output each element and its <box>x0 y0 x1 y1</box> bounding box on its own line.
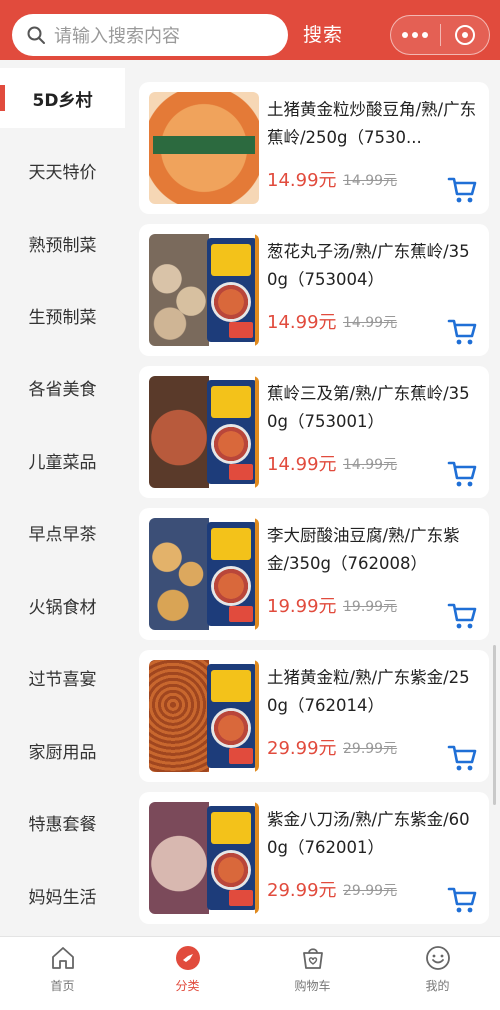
tab-home[interactable]: 首页 <box>0 937 125 1010</box>
product-image <box>149 92 259 204</box>
product-price: 14.99元 <box>267 312 337 333</box>
mini-program-capsule <box>390 15 490 55</box>
product-original-price: 29.99元 <box>343 741 398 757</box>
product-image <box>149 802 259 914</box>
search-input[interactable]: 请输入搜索内容 <box>12 14 288 56</box>
sidebar-item-daily-deals[interactable]: 天天特价 <box>0 140 125 200</box>
product-name: 蕉岭三及第/熟/广东蕉岭/350g（753001） <box>267 384 470 431</box>
tab-cart-label: 购物车 <box>294 979 331 993</box>
scrollbar[interactable] <box>493 645 496 805</box>
product-card[interactable]: 蕉岭三及第/熟/广东蕉岭/350g（753001） 14.99元 14.99元 <box>139 366 489 498</box>
search-placeholder: 请输入搜索内容 <box>54 26 180 47</box>
search-icon <box>27 26 45 44</box>
more-menu-button[interactable] <box>391 16 440 54</box>
sidebar-item-kids-dishes[interactable]: 儿童菜品 <box>0 430 125 490</box>
product-original-price: 29.99元 <box>343 883 398 899</box>
profile-icon <box>426 946 450 970</box>
bottom-tab-bar: 首页 分类 购物车 我的 <box>0 936 500 1010</box>
sidebar-item-cooked-prepared[interactable]: 熟预制菜 <box>0 213 125 273</box>
tab-category-label: 分类 <box>175 979 200 993</box>
add-to-cart-icon[interactable] <box>447 318 477 346</box>
product-name: 李大厨酸油豆腐/熟/广东紫金/350g（762008） <box>267 526 460 573</box>
product-image <box>149 660 259 772</box>
product-name: 紫金八刀汤/熟/广东紫金/600g（762001） <box>267 810 470 857</box>
product-name: 葱花丸子汤/熟/广东蕉岭/350g（753004） <box>267 242 470 289</box>
cart-icon <box>303 948 323 969</box>
tab-profile[interactable]: 我的 <box>375 937 500 1010</box>
sidebar-item-mom-life[interactable]: 妈妈生活 <box>0 865 125 925</box>
category-sidebar: 5D乡村 天天特价 熟预制菜 生预制菜 各省美食 儿童菜品 早点早茶 火锅食材 … <box>0 60 125 936</box>
product-image <box>149 376 259 488</box>
product-price: 14.99元 <box>267 170 337 191</box>
tab-cart[interactable]: 购物车 <box>250 937 375 1010</box>
tab-profile-label: 我的 <box>425 979 450 993</box>
product-price: 29.99元 <box>267 738 337 759</box>
close-mini-program-button[interactable] <box>440 16 489 54</box>
product-original-price: 14.99元 <box>343 315 398 331</box>
sidebar-item-5d-village[interactable]: 5D乡村 <box>0 68 125 128</box>
product-card[interactable]: 李大厨酸油豆腐/熟/广东紫金/350g（762008） 19.99元 19.99… <box>139 508 489 640</box>
home-icon <box>52 947 74 969</box>
product-original-price: 19.99元 <box>343 599 398 615</box>
add-to-cart-icon[interactable] <box>447 602 477 630</box>
product-card[interactable]: 土猪黄金粒炒酸豆角/熟/广东蕉岭/250g（7530... 14.99元 14.… <box>139 82 489 214</box>
category-icon <box>176 946 200 970</box>
tab-category[interactable]: 分类 <box>125 937 250 1010</box>
target-icon <box>454 25 475 45</box>
product-price: 19.99元 <box>267 596 337 617</box>
sidebar-item-hotpot[interactable]: 火锅食材 <box>0 575 125 635</box>
product-card[interactable]: 紫金八刀汤/熟/广东紫金/600g（762001） 29.99元 29.99元 <box>139 792 489 924</box>
product-card[interactable]: 葱花丸子汤/熟/广东蕉岭/350g（753004） 14.99元 14.99元 <box>139 224 489 356</box>
product-image <box>149 518 259 630</box>
product-name: 土猪黄金粒炒酸豆角/熟/广东蕉岭/250g（7530... <box>267 100 477 147</box>
product-original-price: 14.99元 <box>343 457 398 473</box>
more-dots-icon <box>402 32 429 38</box>
top-bar: 请输入搜索内容 搜索 <box>0 0 500 60</box>
add-to-cart-icon[interactable] <box>447 176 477 204</box>
product-name: 土猪黄金粒/熟/广东紫金/250g（762014） <box>267 668 470 715</box>
sidebar-item-breakfast-tea[interactable]: 早点早茶 <box>0 502 125 562</box>
product-card[interactable]: 土猪黄金粒/熟/广东紫金/250g（762014） 29.99元 29.99元 <box>139 650 489 782</box>
product-original-price: 14.99元 <box>343 173 398 189</box>
product-price: 29.99元 <box>267 880 337 901</box>
sidebar-item-kitchen-supplies[interactable]: 家厨用品 <box>0 720 125 780</box>
tab-home-label: 首页 <box>50 979 75 993</box>
product-price: 14.99元 <box>267 454 337 475</box>
sidebar-item-raw-prepared[interactable]: 生预制菜 <box>0 285 125 345</box>
search-button[interactable]: 搜索 <box>303 20 343 47</box>
sidebar-item-festival-banquet[interactable]: 过节喜宴 <box>0 647 125 707</box>
add-to-cart-icon[interactable] <box>447 886 477 914</box>
add-to-cart-icon[interactable] <box>447 460 477 488</box>
sidebar-item-value-sets[interactable]: 特惠套餐 <box>0 792 125 852</box>
sidebar-item-provincial-food[interactable]: 各省美食 <box>0 357 125 417</box>
add-to-cart-icon[interactable] <box>447 744 477 772</box>
product-list: 土猪黄金粒炒酸豆角/熟/广东蕉岭/250g（7530... 14.99元 14.… <box>125 60 500 936</box>
product-image <box>149 234 259 346</box>
